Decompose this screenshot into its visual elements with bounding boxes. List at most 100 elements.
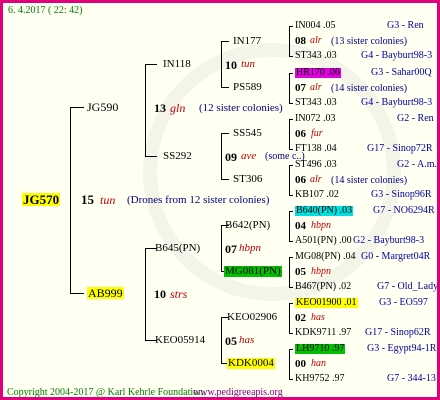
connector bbox=[289, 287, 293, 288]
parent-queen-id[interactable]: JG590 bbox=[87, 101, 118, 113]
g5-location: G2 - A.m. bbox=[397, 159, 437, 170]
watermark-logo bbox=[143, 43, 401, 301]
g5-id[interactable]: B467(PN) .02 bbox=[295, 282, 351, 292]
connector bbox=[289, 211, 290, 242]
root-generation: 15 bbox=[81, 192, 94, 207]
g5-generation: 08 bbox=[295, 35, 306, 47]
g5-generation: 06 bbox=[295, 174, 306, 186]
connector bbox=[289, 349, 290, 380]
g5-location: G17 - Sinop62R bbox=[365, 327, 431, 338]
connector bbox=[289, 379, 293, 380]
g4-id[interactable]: SS545 bbox=[233, 128, 262, 139]
g5-id[interactable]: LH9710 .97 bbox=[295, 344, 346, 354]
g5-location: G4 - Bayburt98-3 bbox=[361, 97, 433, 108]
g5-id[interactable]: FT138 .04 bbox=[295, 144, 337, 154]
g4-id[interactable]: MG081(PN) bbox=[224, 266, 282, 277]
g4-id[interactable]: KDK0004 bbox=[227, 358, 275, 369]
g5-code: alr bbox=[310, 82, 322, 93]
g5-id[interactable]: KH9752 .97 bbox=[295, 374, 344, 384]
g3-generation: 10 bbox=[225, 58, 237, 72]
g3-id[interactable]: KEO05914 bbox=[155, 335, 205, 346]
connector bbox=[145, 64, 146, 156]
g5-note: (13 sister colonies) bbox=[331, 36, 408, 47]
g5-location: G3 - Sinop96R bbox=[371, 189, 432, 200]
timestamp: 6. 4.2017 ( 22: 42) bbox=[8, 5, 83, 16]
connector bbox=[221, 41, 229, 42]
g4-code: fur bbox=[311, 128, 323, 139]
g5-id[interactable]: IN004 .05 bbox=[295, 21, 336, 31]
g5-location: G3 - Sahar00Q bbox=[371, 67, 432, 78]
g5-location: G3 - Ren bbox=[387, 20, 424, 31]
connector bbox=[221, 225, 222, 271]
connector bbox=[289, 73, 293, 74]
p1-note: (12 sister colonies) bbox=[199, 102, 283, 114]
g5-id[interactable]: B640(PN) .03 bbox=[295, 206, 354, 216]
connector bbox=[289, 73, 290, 104]
g5-location: G7 - Old_Lady bbox=[377, 281, 439, 292]
g3-id[interactable]: IN118 bbox=[163, 59, 191, 70]
g3-id[interactable]: SS292 bbox=[163, 151, 192, 162]
root-queen-id[interactable]: JG570 bbox=[22, 193, 61, 206]
g5-id[interactable]: ST343 .03 bbox=[295, 51, 337, 61]
g5-location: G2 - Ren bbox=[397, 113, 434, 124]
g5-id[interactable]: A501(PN) .00 bbox=[295, 236, 352, 246]
g4-code: has bbox=[311, 312, 325, 323]
g4-id[interactable]: B642(PN) bbox=[225, 220, 270, 231]
g5-location: G2 - Bayburt98-3 bbox=[353, 235, 425, 246]
connector bbox=[289, 257, 293, 258]
g4-id[interactable]: ST306 bbox=[233, 174, 262, 185]
p2-code: strs bbox=[170, 287, 188, 301]
g5-location: G7 - NO6294R bbox=[373, 205, 435, 216]
g5-code: hbpn bbox=[311, 266, 331, 277]
connector bbox=[289, 165, 293, 166]
connector bbox=[289, 257, 290, 288]
g3-generation: 05 bbox=[225, 334, 237, 348]
g5-code: alr bbox=[310, 174, 322, 185]
g4-id[interactable]: KEO02906 bbox=[227, 312, 277, 323]
connector bbox=[289, 119, 293, 120]
g5-code: alr bbox=[310, 35, 322, 46]
g5-code: han bbox=[311, 358, 326, 369]
pedigree-chart: 6. 4.2017 ( 22: 42) Copyright 2004-2017 … bbox=[0, 0, 440, 400]
site-link[interactable]: www.pedigreeapis.org bbox=[193, 388, 283, 398]
g5-id[interactable]: ST343 .03 bbox=[295, 98, 337, 108]
connector bbox=[289, 149, 293, 150]
connector bbox=[289, 349, 293, 350]
g5-id[interactable]: IN072 .03 bbox=[295, 114, 336, 124]
connector bbox=[289, 26, 290, 57]
g5-id[interactable]: ST496 .03 bbox=[295, 160, 337, 170]
p1-generation: 13 bbox=[154, 101, 166, 115]
p1-code: gln bbox=[170, 101, 186, 115]
connector bbox=[145, 156, 157, 157]
connector bbox=[70, 107, 84, 108]
g3-code: hbpn bbox=[239, 242, 261, 254]
connector bbox=[221, 179, 229, 180]
g5-id[interactable]: MG08(PN) .04 bbox=[295, 252, 356, 262]
g3-generation: 07 bbox=[225, 242, 237, 256]
connector bbox=[289, 56, 293, 57]
g5-generation: 00 bbox=[295, 358, 306, 370]
g5-location: G7 - 344-13 bbox=[387, 373, 436, 384]
g5-location: G0 - Margret04R bbox=[361, 251, 431, 262]
connector bbox=[289, 119, 290, 150]
connector bbox=[289, 103, 293, 104]
g5-location: G3 - Egypt94-1R bbox=[367, 343, 437, 354]
connector bbox=[289, 165, 290, 196]
g5-id[interactable]: KDK9711 .97 bbox=[295, 328, 351, 338]
connector bbox=[289, 26, 293, 27]
g4-id[interactable]: IN177 bbox=[233, 36, 261, 47]
g4-id[interactable]: PS589 bbox=[233, 82, 262, 93]
g4-generation: 04 bbox=[295, 220, 306, 232]
g3-code: tun bbox=[241, 58, 256, 70]
connector bbox=[221, 87, 229, 88]
g5-id[interactable]: HR170 .06 bbox=[295, 68, 341, 78]
parent-drone-id[interactable]: AB999 bbox=[87, 287, 124, 299]
g3-id[interactable]: B645(PN) bbox=[155, 243, 200, 254]
connector bbox=[289, 333, 293, 334]
connector bbox=[145, 248, 146, 340]
g5-note: (14 sister colonies) bbox=[331, 83, 408, 94]
root-note: (Drones from 12 sister colonies) bbox=[127, 194, 270, 206]
g5-id[interactable]: KEO01900 .01 bbox=[295, 298, 358, 308]
g5-id[interactable]: KB107 .02 bbox=[295, 190, 339, 200]
connector bbox=[289, 303, 293, 304]
